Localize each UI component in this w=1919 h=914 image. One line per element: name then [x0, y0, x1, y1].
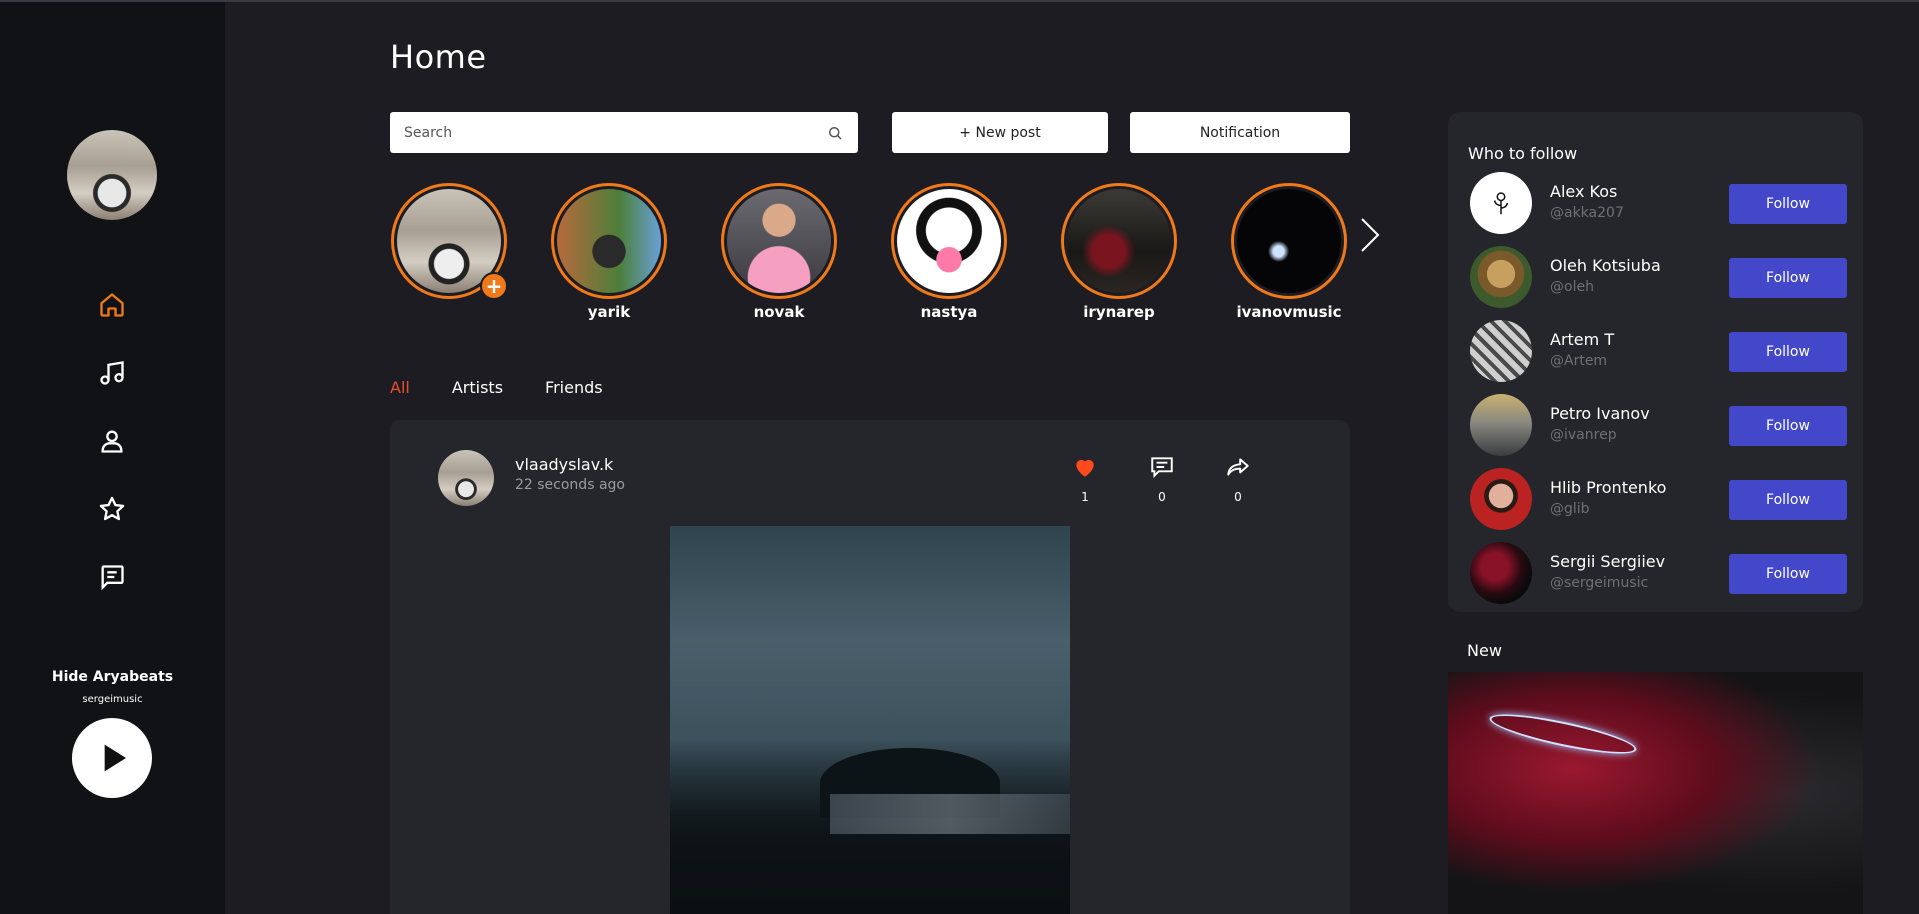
feed-tabs: All Artists Friends — [390, 378, 645, 397]
chevron-right-icon[interactable] — [1358, 215, 1382, 255]
post-image-town — [830, 794, 1070, 834]
suggestion-name[interactable]: Hlib Prontenko — [1550, 478, 1666, 497]
window-top-border — [0, 0, 1919, 2]
story-avatar — [897, 189, 1001, 293]
share-icon — [1227, 458, 1249, 476]
follow-button[interactable]: Follow — [1729, 554, 1847, 594]
tab-friends[interactable]: Friends — [545, 378, 603, 397]
story-item[interactable]: nastya — [890, 183, 1008, 321]
share-count: 0 — [1234, 490, 1242, 504]
post-image[interactable] — [670, 526, 1070, 914]
story-name: ivanovmusic — [1236, 303, 1342, 321]
new-post-button[interactable]: + New post — [892, 112, 1108, 153]
comment-count: 0 — [1158, 490, 1166, 504]
post-author-name[interactable]: vlaadyslav.k — [515, 455, 613, 474]
post-author-avatar[interactable] — [438, 450, 494, 506]
post-timestamp: 22 seconds ago — [515, 477, 625, 493]
follow-button[interactable]: Follow — [1729, 184, 1847, 224]
suggestion-handle: @glib — [1550, 501, 1590, 517]
follow-suggestion: Artem T @Artem Follow — [1470, 320, 1850, 382]
follow-button[interactable]: Follow — [1729, 480, 1847, 520]
notification-button[interactable]: Notification — [1130, 112, 1350, 153]
who-to-follow-panel: Who to follow Alex Kos @akka207 Follow O… — [1448, 112, 1863, 612]
story-avatar — [1067, 189, 1171, 293]
story-item[interactable]: novak — [720, 183, 838, 321]
story-item[interactable]: irynarep — [1060, 183, 1178, 321]
suggestion-handle: @ivanrep — [1550, 427, 1617, 443]
like-button[interactable]: 1 — [1065, 454, 1105, 504]
story-item[interactable]: ivanovmusic — [1230, 183, 1348, 321]
tab-artists[interactable]: Artists — [452, 378, 503, 397]
suggestion-handle: @Artem — [1550, 353, 1608, 369]
story-own[interactable]: + — [390, 183, 508, 300]
comment-button[interactable]: 0 — [1142, 454, 1182, 504]
follow-suggestion: Alex Kos @akka207 Follow — [1470, 172, 1850, 234]
suggestion-name[interactable]: Sergii Sergiiev — [1550, 552, 1665, 571]
suggestion-handle: @akka207 — [1550, 205, 1624, 221]
share-button[interactable]: 0 — [1218, 454, 1258, 504]
message-icon[interactable] — [97, 562, 127, 592]
heart-icon — [1076, 459, 1094, 477]
tab-all[interactable]: All — [390, 378, 410, 397]
suggestion-handle: @oleh — [1550, 279, 1594, 295]
follow-suggestion: Oleh Kotsiuba @oleh Follow — [1470, 246, 1850, 308]
comment-icon — [1151, 457, 1173, 479]
story-name: irynarep — [1083, 303, 1155, 321]
image-headlight — [1487, 706, 1639, 762]
story-avatar — [557, 189, 661, 293]
player-track-title: Hide Aryabeats — [51, 669, 174, 685]
music-note-icon[interactable] — [97, 358, 127, 388]
follow-suggestion: Hlib Prontenko @glib Follow — [1470, 468, 1850, 530]
new-post-image[interactable] — [1448, 672, 1863, 914]
follow-button[interactable]: Follow — [1729, 258, 1847, 298]
story-name: yarik — [587, 303, 631, 321]
follow-suggestion: Sergii Sergiiev @sergeimusic Follow — [1470, 542, 1850, 604]
follow-button[interactable]: Follow — [1729, 332, 1847, 372]
sidebar: Hide Aryabeats sergeimusic — [0, 2, 225, 914]
suggestion-name[interactable]: Oleh Kotsiuba — [1550, 256, 1661, 275]
suggestion-name[interactable]: Artem T — [1550, 330, 1614, 349]
player-artist: sergeimusic — [82, 694, 143, 705]
suggestion-name[interactable]: Petro Ivanov — [1550, 404, 1650, 423]
suggestion-handle: @sergeimusic — [1550, 575, 1649, 591]
play-button[interactable] — [72, 718, 152, 798]
profile-icon[interactable] — [97, 426, 127, 456]
story-name: nastya — [920, 303, 978, 321]
stories-row: + yarik novak nastya irynarep ivanovmusi… — [390, 183, 1350, 323]
story-item[interactable]: yarik — [550, 183, 668, 321]
search-bar[interactable] — [390, 112, 858, 153]
add-story-icon[interactable]: + — [480, 272, 508, 300]
story-avatar — [727, 189, 831, 293]
suggestion-name[interactable]: Alex Kos — [1550, 182, 1617, 201]
search-input[interactable] — [404, 124, 826, 141]
post-card: vlaadyslav.k 22 seconds ago 1 0 0 — [390, 420, 1350, 914]
star-icon[interactable] — [97, 494, 127, 524]
story-avatar — [1237, 189, 1341, 293]
page-title: Home — [390, 38, 487, 76]
story-name: novak — [753, 303, 805, 321]
suggestion-avatar[interactable] — [1470, 542, 1532, 604]
follow-suggestion: Petro Ivanov @ivanrep Follow — [1470, 394, 1850, 456]
home-icon[interactable] — [97, 290, 127, 320]
new-section-title: New — [1467, 641, 1502, 660]
play-icon — [104, 744, 126, 772]
who-to-follow-title: Who to follow — [1468, 144, 1578, 163]
follow-button[interactable]: Follow — [1729, 406, 1847, 446]
search-icon[interactable] — [826, 124, 844, 142]
suggestion-avatar[interactable] — [1470, 320, 1532, 382]
suggestion-avatar[interactable] — [1470, 172, 1532, 234]
suggestion-avatar[interactable] — [1470, 246, 1532, 308]
user-avatar[interactable] — [67, 130, 157, 220]
suggestion-avatar[interactable] — [1470, 394, 1532, 456]
like-count: 1 — [1081, 490, 1089, 504]
suggestion-avatar[interactable] — [1470, 468, 1532, 530]
